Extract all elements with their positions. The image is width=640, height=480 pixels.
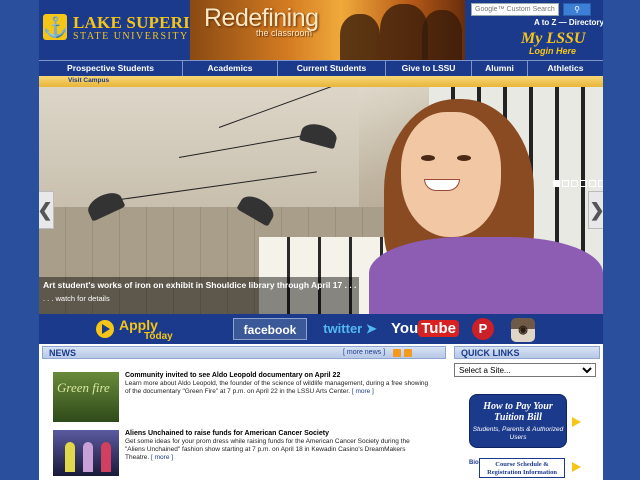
student-eye (421, 155, 435, 161)
header: ⚓ LAKE SUPERIOR STATE UNIVERSITY Redefin… (39, 0, 603, 60)
nav-athletics[interactable]: Athletics (528, 61, 603, 76)
student-body (369, 237, 603, 314)
rss-icon[interactable] (393, 349, 401, 357)
quick-links-title: QUICK LINKS (454, 346, 600, 359)
hero-ceiling (39, 87, 359, 207)
model-figure (65, 442, 75, 472)
search-form: ⚲ (471, 3, 593, 17)
hero-caption[interactable]: Art student's works of iron on exhibit i… (39, 277, 359, 314)
login-label: Login Here (529, 46, 577, 56)
nav-current-students[interactable]: Current Students (278, 61, 386, 76)
slide-dot[interactable] (598, 180, 603, 187)
link-separator: — (558, 18, 567, 27)
logo-line2: STATE UNIVERSITY (73, 31, 189, 42)
news-item-text: Learn more about Aldo Leopold, the found… (125, 380, 429, 395)
firefighter-figure (340, 14, 380, 60)
model-figure (101, 442, 111, 472)
slide-indicators (553, 180, 603, 187)
atoz-link[interactable]: A to Z (534, 18, 556, 27)
news-item: Green fire Community invited to see Aldo… (53, 372, 443, 426)
tuition-subtitle: Students, Parents & Authorized Users (472, 426, 564, 441)
tuition-title: How to Pay Your Tuition Bill (483, 401, 553, 423)
slide-dot[interactable] (580, 180, 587, 187)
directory-link[interactable]: Directory (569, 18, 603, 27)
mylssu-login[interactable]: My LSSU Login Here (519, 30, 603, 58)
thumbnail-text: Green fire (57, 380, 110, 395)
youtube-link[interactable]: You Tube (391, 318, 459, 340)
firefighter-figure (380, 4, 428, 60)
firefighter-figure (422, 10, 462, 60)
youtube-tube: Tube (418, 320, 459, 337)
banner-subtitle: the classroom (256, 28, 313, 38)
arrow-right-icon (572, 417, 581, 427)
news-header: NEWS [ more news ] (42, 346, 446, 359)
top-links: A to Z — Directory (534, 18, 603, 27)
course-schedule-button[interactable]: Course Schedule & Registration Informati… (479, 458, 565, 478)
hero-caption-more[interactable]: . . . watch for details (43, 294, 110, 303)
slide-dot[interactable] (562, 180, 569, 187)
play-icon (96, 320, 114, 338)
news-item-title[interactable]: Aliens Unchained to raise funds for Amer… (125, 430, 329, 437)
arrow-right-icon (572, 462, 581, 472)
site-select[interactable]: Select a Site... (454, 363, 596, 377)
youtube-you: You (391, 320, 419, 337)
slide-dot[interactable] (553, 180, 560, 187)
news-section: NEWS [ more news ] Green fire Community … (39, 344, 447, 480)
student-face (401, 112, 501, 237)
chevron-left-icon: ❮ (39, 200, 53, 220)
social-bar: Apply Today facebook twitter ➤ You Tube P… (39, 314, 603, 344)
nav-give-to-lssu[interactable]: Give to LSSU (386, 61, 472, 76)
more-news-link[interactable]: [ more news ] (343, 347, 385, 359)
model-figure (83, 442, 93, 472)
slide-dot[interactable] (571, 180, 578, 187)
instagram-icon[interactable]: ◉ (511, 318, 535, 342)
anchor-icon: ⚓ (43, 14, 68, 40)
news-item: Aliens Unchained to raise funds for Amer… (53, 430, 443, 480)
prev-slide-button[interactable]: ❮ (39, 191, 54, 229)
next-slide-button[interactable]: ❯ (588, 191, 603, 229)
visit-campus-link[interactable]: Visit Campus (68, 76, 109, 86)
news-item-body: Get some ideas for your prom dress while… (125, 438, 431, 462)
news-item-body: Learn more about Aldo Leopold, the found… (125, 380, 431, 396)
twitter-link[interactable]: twitter ➤ (317, 318, 383, 340)
news-item-more-link[interactable]: [ more ] (151, 454, 173, 461)
page: ⚓ LAKE SUPERIOR STATE UNIVERSITY Redefin… (39, 0, 603, 480)
university-logo[interactable]: ⚓ LAKE SUPERIOR STATE UNIVERSITY (41, 10, 216, 44)
pay-tuition-button[interactable]: How to Pay Your Tuition Bill Students, P… (469, 394, 567, 448)
student-eye (457, 155, 471, 161)
search-input[interactable] (471, 3, 559, 16)
sub-nav: Visit Campus (39, 76, 603, 87)
green-fire-thumbnail[interactable]: Green fire (53, 372, 119, 422)
quick-links-section: QUICK LINKS Select a Site... How to Pay … (451, 344, 603, 480)
main-nav: Prospective Students Academics Current S… (39, 60, 603, 76)
apply-today-button[interactable]: Apply Today (94, 317, 184, 343)
news-item-more-link[interactable]: [ more ] (352, 388, 374, 395)
today-label: Today (144, 331, 173, 342)
bird-icon: ➤ (362, 321, 377, 336)
pinterest-icon[interactable]: P (472, 318, 494, 340)
nav-alumni[interactable]: Alumni (472, 61, 528, 76)
chevron-right-icon: ❯ (589, 200, 603, 220)
feed-icon[interactable] (404, 349, 412, 357)
hero-slideshow: Art student's works of iron on exhibit i… (39, 87, 603, 314)
search-icon: ⚲ (574, 5, 580, 14)
news-title: NEWS (49, 348, 76, 358)
hero-caption-title: Art student's works of iron on exhibit i… (43, 280, 357, 290)
header-banner: Redefining the classroom (190, 0, 465, 60)
search-button[interactable]: ⚲ (563, 3, 591, 16)
twitter-label: twitter (323, 321, 363, 336)
nav-prospective-students[interactable]: Prospective Students (39, 61, 183, 76)
aliens-unchained-thumbnail[interactable] (53, 430, 119, 476)
news-item-title[interactable]: Community invited to see Aldo Leopold do… (125, 372, 340, 379)
nav-academics[interactable]: Academics (183, 61, 278, 76)
slide-dot[interactable] (589, 180, 596, 187)
facebook-link[interactable]: facebook (233, 318, 307, 340)
